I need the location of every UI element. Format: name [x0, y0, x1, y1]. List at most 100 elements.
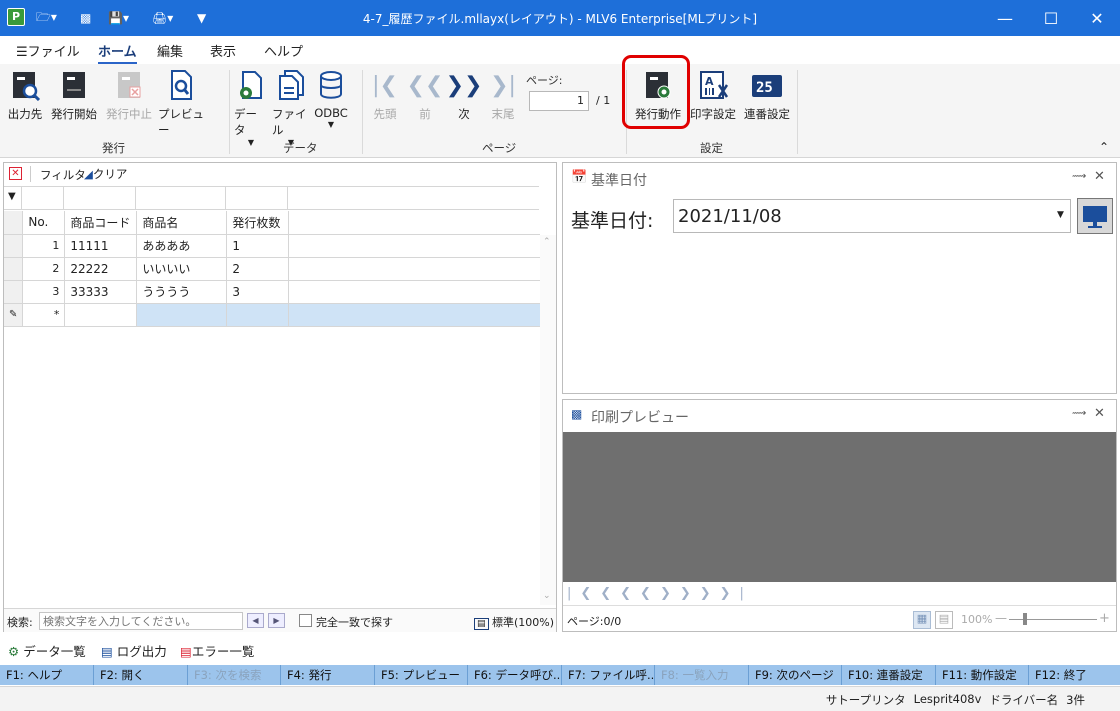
dropdown-arrow-icon[interactable]: ▼ — [1057, 210, 1064, 220]
fit-page-icon[interactable]: ▤ — [935, 611, 953, 629]
issue-stop-button[interactable]: 発行中止 — [104, 68, 154, 122]
col-header-code[interactable]: 商品コード — [64, 211, 138, 235]
fkey-f12[interactable]: F12: 終了 — [1029, 665, 1119, 685]
odbc-dropdown-button[interactable]: ODBC ▼ — [314, 68, 348, 129]
fkey-f1[interactable]: F1: ヘルプ — [0, 665, 94, 685]
fkey-f3[interactable]: F3: 次を検索 — [188, 665, 281, 685]
output-to-button[interactable]: 出力先 — [6, 68, 44, 122]
preview-button[interactable]: プレビュー — [158, 68, 204, 138]
scroll-down-icon[interactable]: ⌄ — [543, 591, 551, 601]
row-header-cell[interactable] — [4, 280, 24, 304]
data-list-icon: ⚙ — [8, 644, 20, 659]
filler-cell — [288, 234, 540, 258]
first-page-button[interactable]: |❮ 先頭 — [370, 68, 400, 122]
cell-no[interactable]: 2 — [22, 257, 66, 281]
tab-log-output[interactable]: ▤ ログ出力 — [101, 641, 167, 660]
issue-start-button[interactable]: 発行開始 — [50, 68, 98, 122]
vertical-scrollbar[interactable]: ⌃ ⌄ — [540, 235, 556, 605]
table-row[interactable]: 2 22222 いいいい 2 — [4, 257, 540, 281]
page-input[interactable]: 1 — [529, 91, 589, 111]
zoom-slider-thumb[interactable] — [1023, 613, 1027, 625]
pin-icon[interactable]: ⟿ — [1072, 408, 1086, 419]
clear-filter-button[interactable]: ◢クリア — [84, 166, 127, 182]
fkey-f9[interactable]: F9: 次のページ — [749, 665, 842, 685]
col-header-no[interactable]: No. — [22, 211, 66, 235]
cell-no[interactable]: 3 — [22, 280, 66, 304]
new-row-cell[interactable] — [226, 303, 290, 327]
zoom-out-icon[interactable]: — — [995, 611, 1007, 625]
col-header-name[interactable]: 商品名 — [136, 211, 228, 235]
next-page-button[interactable]: ❯❯ 次 — [446, 68, 483, 122]
cell-code[interactable]: 11111 — [64, 234, 138, 258]
new-row-cell[interactable] — [288, 303, 540, 327]
menu-file[interactable]: ☰ファイル — [16, 41, 80, 60]
filter-label: フィルタ — [40, 168, 86, 182]
cell-code[interactable]: 33333 — [64, 280, 138, 304]
grid-view-icon[interactable]: ▦ — [913, 611, 931, 629]
last-page-icon: ❯| — [490, 72, 516, 98]
close-panel-icon[interactable]: ✕ — [1094, 406, 1105, 421]
preview-canvas[interactable] — [563, 432, 1116, 582]
cell-qty[interactable]: 2 — [226, 257, 290, 281]
search-prev-button[interactable]: ◀ — [247, 613, 264, 628]
prev-page-button[interactable]: ❮❮ 前 — [407, 68, 444, 122]
group-label-issue: 発行 — [102, 141, 125, 155]
cell-no[interactable]: 1 — [22, 234, 66, 258]
fkey-f7[interactable]: F7: ファイル呼... — [562, 665, 655, 685]
preview-nav[interactable]: |❮❮❮❮❯❯❯❯| — [567, 586, 753, 601]
cell-name[interactable]: いいいい — [136, 257, 228, 281]
close-panel-icon[interactable]: ✕ — [1094, 169, 1105, 184]
zoom-in-icon[interactable]: + — [1099, 611, 1110, 626]
new-row-cell[interactable] — [136, 303, 228, 327]
collapse-ribbon-icon[interactable]: ⌃ — [1099, 140, 1109, 154]
tab-data-list[interactable]: ⚙ データ一覧 — [8, 641, 86, 660]
ribbon-separator — [797, 70, 798, 154]
zoom-button[interactable]: ▤ 標準(100%) — [474, 614, 554, 630]
base-date-panel-title: 基準日付 — [591, 173, 647, 189]
row-header-cell[interactable] — [4, 234, 24, 258]
menu-view[interactable]: 表示 — [210, 41, 236, 60]
scroll-up-icon[interactable]: ⌃ — [543, 237, 551, 247]
fkey-f11[interactable]: F11: 動作設定 — [936, 665, 1029, 685]
monitor-button[interactable] — [1077, 198, 1113, 234]
minimize-button[interactable]: — — [982, 0, 1028, 36]
cell-qty[interactable]: 3 — [226, 280, 290, 304]
fkey-f4[interactable]: F4: 発行 — [281, 665, 375, 685]
fkey-f6[interactable]: F6: データ呼び... — [468, 665, 562, 685]
menu-home[interactable]: ホーム — [98, 41, 137, 64]
new-row-marker[interactable]: * — [22, 303, 66, 327]
row-header-cell[interactable] — [4, 257, 24, 281]
table-row[interactable]: 1 11111 ああああ 1 — [4, 234, 540, 258]
close-button[interactable]: ✕ — [1074, 0, 1120, 36]
new-row-cell[interactable] — [64, 303, 138, 327]
cell-code[interactable]: 22222 — [64, 257, 138, 281]
new-row[interactable]: ✎ * — [4, 303, 540, 327]
col-header-qty[interactable]: 発行枚数 — [226, 211, 290, 235]
tab-error-list[interactable]: ▤エラー一覧 — [180, 641, 254, 660]
menu-edit[interactable]: 編集 — [157, 41, 183, 60]
search-next-button[interactable]: ▶ — [268, 613, 285, 628]
last-page-button[interactable]: ❯| 末尾 — [488, 68, 518, 122]
fkey-f8[interactable]: F8: 一覧入力 — [655, 665, 749, 685]
table-row[interactable]: 3 33333 うううう 3 — [4, 280, 540, 304]
filler-cell — [288, 280, 540, 304]
close-filter-icon[interactable]: ✕ — [9, 167, 22, 180]
fkey-f2[interactable]: F2: 開く — [94, 665, 188, 685]
group-label-settings: 設定 — [700, 141, 723, 155]
search-input[interactable] — [39, 612, 243, 630]
pin-icon[interactable]: ⟿ — [1072, 171, 1086, 182]
menu-help[interactable]: ヘルプ — [264, 41, 303, 60]
maximize-button[interactable]: ☐ — [1028, 0, 1074, 36]
file-dropdown-button[interactable]: ファイル ▼ — [272, 68, 310, 147]
print-settings-button[interactable]: A 印字設定 — [689, 68, 737, 122]
serial-settings-button[interactable]: 25 連番設定 — [741, 68, 793, 122]
cell-qty[interactable]: 1 — [226, 234, 290, 258]
cell-name[interactable]: うううう — [136, 280, 228, 304]
base-date-input[interactable]: 2021/11/08 ▼ — [673, 199, 1071, 233]
fkey-f5[interactable]: F5: プレビュー — [375, 665, 468, 685]
exact-match-checkbox[interactable] — [299, 614, 312, 627]
data-dropdown-button[interactable]: データ ▼ — [234, 68, 268, 147]
fkey-f10[interactable]: F10: 連番設定 — [842, 665, 936, 685]
cell-name[interactable]: ああああ — [136, 234, 228, 258]
status-count: 3件 — [1066, 693, 1085, 707]
